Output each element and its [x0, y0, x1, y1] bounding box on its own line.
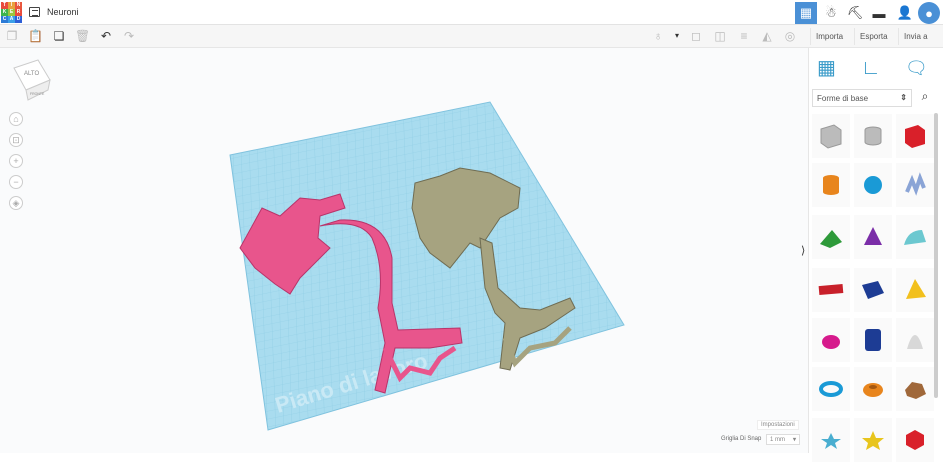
pickaxe-icon[interactable]: ⛏ — [844, 2, 866, 24]
select-arrows-icon: ⇕ — [900, 93, 907, 102]
panel-scrollbar[interactable] — [934, 113, 938, 398]
home-view-button[interactable]: ⌂ — [9, 112, 23, 126]
design-list-icon[interactable] — [29, 7, 40, 17]
logo-letter: K — [1, 9, 8, 16]
zoom-out-button[interactable]: − — [9, 175, 23, 189]
group-icon[interactable]: ◻ — [689, 29, 703, 43]
shape-icosahedron[interactable] — [896, 418, 934, 462]
logo-letter: R — [15, 9, 22, 16]
shape-category-value: Forme di base — [817, 94, 869, 103]
3d-view-button[interactable]: ▦ — [795, 2, 817, 24]
scene: ALTO FRONTE Piano di lavoro — [13, 59, 625, 431]
shape-half-sphere[interactable] — [812, 318, 850, 362]
ruler-icon[interactable]: ∟ — [861, 56, 885, 80]
shape-cube-blue[interactable] — [854, 268, 892, 312]
notes-icon[interactable]: 🗨 — [905, 56, 929, 80]
shapes-panel: ▦ ∟ 🗨 Forme di base ⇕ ⌕ — [808, 48, 937, 462]
undo-icon[interactable]: ↶ — [99, 29, 113, 43]
paste-icon[interactable]: 📋 — [28, 29, 43, 43]
logo-letter: N — [15, 2, 22, 9]
shape-polygon[interactable] — [854, 318, 892, 362]
tinkercad-logo[interactable]: TIN KER CAD — [1, 2, 22, 23]
align-icon[interactable]: ≡ — [737, 29, 751, 43]
search-icon[interactable]: ⌕ — [915, 89, 935, 107]
redo-icon[interactable]: ↷ — [122, 29, 136, 43]
ungroup-icon[interactable]: ◫ — [713, 29, 727, 43]
shape-star[interactable] — [854, 418, 892, 462]
logo-letter: D — [15, 16, 22, 23]
design-title[interactable]: Neuroni — [47, 7, 79, 17]
duplicate-icon[interactable]: ❏ — [52, 29, 66, 43]
export-button[interactable]: Esporta — [854, 28, 893, 45]
shape-cylinder[interactable] — [812, 163, 850, 207]
chevron-down-icon[interactable]: ▾ — [670, 29, 684, 43]
shape-torus[interactable] — [812, 367, 850, 411]
bricks-icon[interactable]: ▬ — [868, 2, 890, 24]
shape-scribble[interactable] — [896, 163, 934, 207]
viewcube-front-label: FRONTE — [30, 92, 45, 96]
logo-letter: E — [8, 9, 15, 16]
zoom-in-button[interactable]: + — [9, 154, 23, 168]
shape-paraboloid[interactable] — [896, 318, 934, 362]
logo-letter: A — [8, 16, 15, 23]
toolbar: ❐ 📋 ❏ 🗑 ↶ ↷ ♁ ▾ ◻ ◫ ≡ ◭ ◎ Importa Esport… — [0, 25, 943, 48]
settings-button[interactable]: Impostazioni — [757, 420, 799, 430]
shape-box[interactable] — [896, 114, 934, 158]
mirror-icon[interactable]: ◭ — [760, 29, 774, 43]
perspective-button[interactable]: ◈ — [9, 196, 23, 210]
import-button[interactable]: Importa — [810, 28, 848, 45]
shape-box-hole[interactable] — [812, 114, 850, 158]
shape-text[interactable] — [812, 268, 850, 312]
snap-grid-select[interactable]: 1 mm ▾ — [766, 434, 800, 445]
fit-view-button[interactable]: ⊡ — [9, 133, 23, 147]
shape-round-roof[interactable] — [896, 215, 934, 259]
snap-grid-value: 1 mm — [770, 437, 785, 443]
copy-icon[interactable]: ❐ — [5, 29, 19, 43]
viewcube-top-label: ALTO — [24, 71, 39, 77]
invite-user-icon[interactable]: 👤 — [894, 2, 916, 24]
cruise-icon[interactable]: ◎ — [783, 29, 797, 43]
send-to-button[interactable]: Invia a — [898, 28, 933, 45]
shape-pyramid[interactable] — [896, 268, 934, 312]
logo-letter: C — [1, 16, 8, 23]
light-icon[interactable]: ♁ — [651, 29, 665, 43]
shape-tube[interactable] — [854, 367, 892, 411]
shape-cone[interactable] — [854, 215, 892, 259]
workplane-icon[interactable]: ▦ — [817, 56, 841, 80]
top-bar: TIN KER CAD Neuroni ▦ ☃ ⛏ ▬ 👤 ● — [0, 0, 943, 25]
logo-letter: T — [1, 2, 8, 9]
avatar[interactable]: ● — [918, 2, 940, 24]
collapse-panel-button[interactable]: ⟩ — [801, 244, 805, 257]
logo-letter: I — [8, 2, 15, 9]
shape-rock[interactable] — [896, 367, 934, 411]
blocks-icon[interactable]: ☃ — [820, 2, 842, 24]
shape-sphere[interactable] — [854, 163, 892, 207]
chevron-down-icon: ▾ — [792, 437, 796, 443]
shape-star-teal[interactable] — [812, 418, 850, 462]
view-cube[interactable]: ALTO FRONTE — [13, 59, 51, 101]
3d-viewport[interactable]: ALTO FRONTE Piano di lavoro ⌂ ⊡ + − ◈ — [0, 48, 808, 453]
shape-category-select[interactable]: Forme di base ⇕ — [812, 89, 912, 107]
shape-roof[interactable] — [812, 215, 850, 259]
shape-cylinder-hole[interactable] — [854, 114, 892, 158]
snap-grid-label: Griglia Di Snap — [721, 436, 762, 442]
delete-icon[interactable]: 🗑 — [75, 29, 90, 43]
